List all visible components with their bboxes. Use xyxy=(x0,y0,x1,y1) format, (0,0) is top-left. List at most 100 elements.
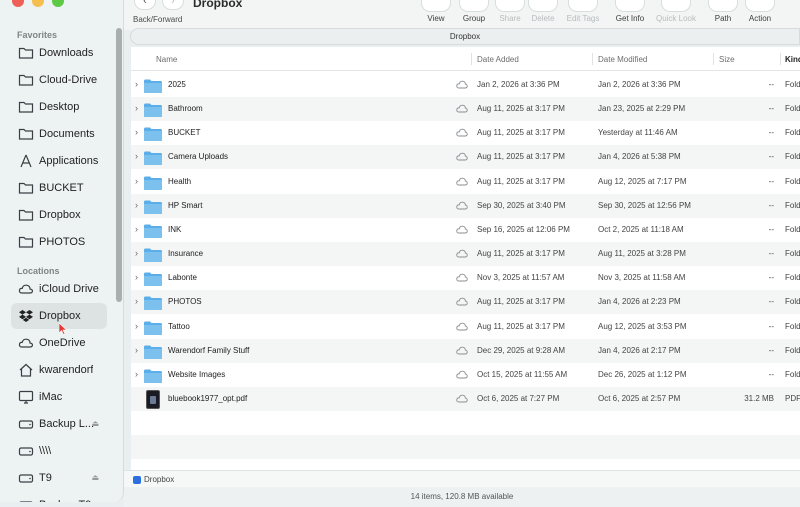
column-name[interactable]: Name xyxy=(156,55,177,64)
cloud-status-icon[interactable] xyxy=(456,322,468,331)
disclosure-chevron-icon[interactable]: › xyxy=(135,369,138,379)
cloud-status-icon[interactable] xyxy=(456,128,468,137)
quick-look-button[interactable]: Quick Look xyxy=(652,0,700,23)
disclosure-chevron-icon[interactable]: › xyxy=(135,248,138,258)
eject-icon[interactable]: ⏏ xyxy=(91,419,99,428)
disclosure-chevron-icon[interactable]: › xyxy=(135,224,138,234)
disclosure-chevron-icon[interactable]: › xyxy=(135,79,138,89)
sidebar-item-backup-t9[interactable]: Backup T9 xyxy=(11,492,107,502)
table-row[interactable]: › Tattoo Aug 11, 2025 at 3:17 PM Aug 12, 20… xyxy=(131,315,800,339)
sidebar-item-photos[interactable]: PHOTOS xyxy=(11,229,107,255)
table-row[interactable]: › Labonte Nov 3, 2025 at 11:57 AM Nov 3, 20… xyxy=(131,266,800,290)
chevron-right-icon: › xyxy=(171,0,175,7)
edit-tags-button[interactable]: Edit Tags xyxy=(559,0,607,23)
date-added: Sep 16, 2025 at 12:06 PM xyxy=(477,224,570,234)
file-kind: Fold xyxy=(785,321,800,331)
file-size: -- xyxy=(768,176,774,186)
date-modified: Sep 30, 2025 at 12:56 PM xyxy=(598,200,691,210)
disclosure-chevron-icon[interactable]: › xyxy=(135,321,138,331)
cloud-status-icon[interactable] xyxy=(456,394,468,403)
table-row[interactable]: › Website Images Oct 15, 2025 at 11:55 AM D… xyxy=(131,363,800,387)
folder-icon xyxy=(18,99,34,115)
cloud-status-icon[interactable] xyxy=(456,297,468,306)
sidebar-item-bucket[interactable]: BUCKET xyxy=(11,175,107,201)
column-size[interactable]: Size xyxy=(719,55,735,64)
table-row[interactable]: › Camera Uploads Aug 11, 2025 at 3:17 PM Ja… xyxy=(131,145,800,170)
file-name: Website Images xyxy=(168,369,226,379)
disclosure-chevron-icon[interactable]: › xyxy=(135,103,138,113)
sidebar-item-label: Downloads xyxy=(39,47,94,59)
date-modified: Jan 23, 2025 at 2:29 PM xyxy=(598,104,686,114)
sidebar-item-kwarendorf[interactable]: kwarendorf xyxy=(11,357,107,383)
sidebar-item-cloud-drive[interactable]: Cloud-Drive xyxy=(11,67,107,93)
cloud-status-icon[interactable] xyxy=(456,346,468,355)
table-row[interactable]: › BUCKET Aug 11, 2025 at 3:17 PM Yesterday … xyxy=(131,121,800,145)
sidebar-item-item[interactable]: \\\\ xyxy=(11,438,107,464)
get-info-label: Get Info xyxy=(615,14,645,23)
path-item-dropbox[interactable]: Dropbox xyxy=(144,475,174,484)
sidebar-item-imac[interactable]: iMac xyxy=(11,384,107,410)
delete-icon xyxy=(528,0,558,12)
disclosure-chevron-icon[interactable]: › xyxy=(135,272,138,282)
sidebar-item-desktop[interactable]: Desktop xyxy=(11,94,107,120)
disclosure-chevron-icon[interactable]: › xyxy=(135,151,138,161)
get-info-button[interactable]: Get Info xyxy=(606,0,654,23)
cloud-status-icon[interactable] xyxy=(456,201,468,210)
sidebar-item-icloud-drive[interactable]: iCloud Drive xyxy=(11,276,107,302)
table-row[interactable]: › Insurance Aug 11, 2025 at 3:17 PM Aug 11,… xyxy=(131,242,800,267)
minimize-button[interactable] xyxy=(32,0,44,7)
disclosure-chevron-icon[interactable]: › xyxy=(135,345,138,355)
disclosure-chevron-icon[interactable]: › xyxy=(135,200,138,210)
sidebar-item-applications[interactable]: Applications xyxy=(11,148,107,174)
disclosure-chevron-icon[interactable]: › xyxy=(135,176,138,186)
disclosure-chevron-icon[interactable]: › xyxy=(135,296,138,306)
empty-row xyxy=(131,435,800,460)
file-name: Labonte xyxy=(168,273,197,283)
file-size: -- xyxy=(768,297,774,307)
table-row[interactable]: › INK Sep 16, 2025 at 12:06 PM Oct 2, 2025 … xyxy=(131,218,800,242)
table-row[interactable]: › HP Smart Sep 30, 2025 at 3:40 PM Sep 30, … xyxy=(131,193,800,218)
forward-button[interactable]: › xyxy=(162,0,184,10)
table-row[interactable]: › Warendorf Family Stuff Dec 29, 2025 at 9… xyxy=(131,338,800,363)
sidebar-item-backup-l[interactable]: Backup L... ⏏ xyxy=(11,411,107,437)
folder-icon xyxy=(143,223,163,239)
file-kind: Fold xyxy=(785,200,800,210)
disclosure-chevron-icon[interactable]: › xyxy=(135,127,138,137)
sidebar-item-dropbox[interactable]: Dropbox xyxy=(11,202,107,228)
column-date-added[interactable]: Date Added xyxy=(477,55,519,64)
mouse-cursor-icon xyxy=(59,323,67,335)
cloud-status-icon[interactable] xyxy=(456,177,468,186)
column-date-modified[interactable]: Date Modified xyxy=(598,55,647,64)
file-size: -- xyxy=(768,224,774,234)
sidebar-item-downloads[interactable]: Downloads xyxy=(11,40,107,66)
cloud-status-icon[interactable] xyxy=(456,249,468,258)
sidebar-item-t9[interactable]: T9 ⏏ xyxy=(11,465,107,491)
back-button[interactable]: ‹ xyxy=(134,0,156,10)
file-name: Camera Uploads xyxy=(168,152,229,162)
table-row[interactable]: bluebook1977_opt.pdf Oct 6, 2025 at 7:27 … xyxy=(131,386,800,411)
sidebar-scrollbar[interactable] xyxy=(116,28,122,302)
cloud-status-icon[interactable] xyxy=(456,104,468,113)
table-row[interactable]: › Health Aug 11, 2025 at 3:17 PM Aug 12, 20… xyxy=(131,170,800,194)
table-row[interactable]: › 2025 Jan 2, 2026 at 3:36 PM Jan 2, 2026 a… xyxy=(131,73,800,97)
table-row[interactable]: › PHOTOS Aug 11, 2025 at 3:17 PM Jan 4, 202… xyxy=(131,290,800,315)
folder-icon xyxy=(18,45,34,61)
cloud-status-icon[interactable] xyxy=(456,152,468,161)
file-name: Tattoo xyxy=(168,321,190,331)
zoom-button[interactable] xyxy=(52,0,64,7)
tab-dropbox[interactable]: Dropbox xyxy=(130,28,800,45)
cloud-status-icon[interactable] xyxy=(456,225,468,234)
sidebar-item-label: T9 xyxy=(39,472,52,484)
eject-icon[interactable]: ⏏ xyxy=(91,473,99,482)
close-button[interactable] xyxy=(12,0,24,7)
cloud-status-icon[interactable] xyxy=(456,273,468,282)
sidebar-item-documents[interactable]: Documents xyxy=(11,121,107,147)
home-icon xyxy=(18,362,34,378)
folder-icon xyxy=(143,320,163,336)
cloud-status-icon[interactable] xyxy=(456,370,468,379)
table-row[interactable]: › Bathroom Aug 11, 2025 at 3:17 PM Jan 23, … xyxy=(131,97,800,122)
window-title: Dropbox xyxy=(193,0,243,10)
action-button[interactable]: Action xyxy=(736,0,784,23)
column-kind[interactable]: Kind xyxy=(785,55,800,64)
cloud-status-icon[interactable] xyxy=(456,80,468,89)
